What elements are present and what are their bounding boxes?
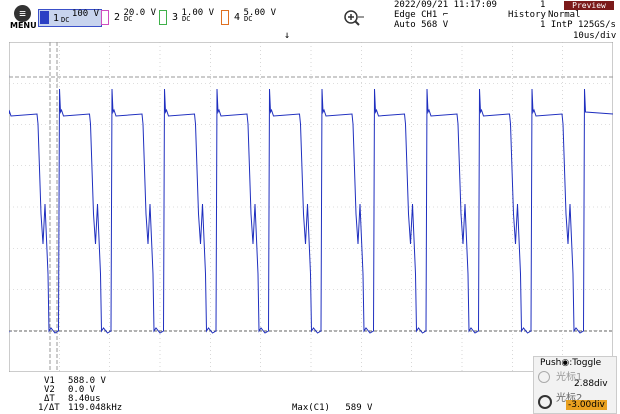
menu-icon: ≡ bbox=[14, 5, 31, 22]
cursor-2-value: -3.00div bbox=[566, 400, 607, 410]
channel-2-button[interactable]: 2 20.0 V DC bbox=[100, 8, 162, 25]
cursor-1-value: 2.88div bbox=[574, 379, 608, 389]
trigger-source[interactable]: Edge CH1 ⌐ bbox=[394, 10, 448, 20]
max-readout: Max(C1) 589 V bbox=[292, 403, 372, 413]
channel-3-button[interactable]: 3 1.00 V DC bbox=[158, 8, 220, 25]
preview-label: Preview bbox=[564, 1, 614, 10]
channel-1-color-swatch bbox=[40, 11, 49, 24]
trigger-source-label: Edge CH1 bbox=[394, 10, 438, 20]
channel-2-coupling: DC bbox=[124, 15, 133, 23]
push-toggle-row: Push◉:Toggle bbox=[540, 358, 601, 368]
frequency-label: 1/ΔT bbox=[38, 403, 60, 413]
channel-4-coupling: DC bbox=[244, 15, 253, 23]
menu-label: MENU bbox=[10, 21, 37, 30]
cursor-2-knob-icon bbox=[538, 395, 552, 409]
channel-3-color-swatch bbox=[159, 10, 167, 25]
max-label: Max(C1) bbox=[292, 403, 330, 413]
waveform-display[interactable]: T ⏚ bbox=[9, 42, 613, 372]
max-value: 589 V bbox=[345, 403, 373, 413]
channel-1-scale: 100 V bbox=[71, 9, 99, 19]
channel-1-button[interactable]: 1 100 V DC bbox=[38, 9, 102, 27]
channel-3-number: 3 bbox=[172, 12, 179, 23]
channel-2-number: 2 bbox=[114, 12, 121, 23]
interpolation: 1 IntP bbox=[540, 20, 573, 30]
channel-1-number: 1 bbox=[53, 13, 60, 24]
acquisition-mode: Normal bbox=[548, 10, 581, 20]
ground-marker: ⏚ bbox=[9, 326, 12, 337]
toggle-label: :Toggle bbox=[569, 358, 602, 368]
frequency-value: 119.048kHz bbox=[68, 403, 123, 413]
channel-3-coupling: DC bbox=[182, 15, 191, 23]
cursor-1-knob-icon bbox=[538, 371, 550, 383]
trigger-level: Auto 568 V bbox=[394, 20, 449, 30]
zoom-in-icon[interactable] bbox=[342, 8, 366, 28]
cursor-panel[interactable]: Push◉:Toggle 光标1 2.88div 光标2 -3.00div bbox=[533, 356, 617, 414]
channel-2-color-swatch bbox=[101, 10, 109, 25]
channel-4-color-swatch bbox=[221, 10, 229, 25]
channel-4-number: 4 bbox=[234, 12, 241, 23]
channel-1-coupling: DC bbox=[61, 16, 70, 24]
datetime: 2022/09/21 11:17:09 bbox=[394, 0, 497, 10]
channel-4-button[interactable]: 4 5.00 V DC bbox=[220, 8, 282, 25]
trigger-position-marker: ↓ bbox=[284, 30, 291, 41]
timebase[interactable]: 10us/div bbox=[573, 31, 616, 41]
rising-edge-icon: ⌐ bbox=[442, 10, 449, 20]
menu-button[interactable]: ≡ MENU bbox=[4, 2, 37, 30]
push-label: Push bbox=[540, 358, 562, 368]
history-button[interactable]: History bbox=[508, 10, 546, 20]
sample-rate: 125GS/s bbox=[578, 20, 616, 30]
measurement-frequency: 1/ΔT 119.048kHz bbox=[38, 403, 122, 413]
acquisition-count: 1 bbox=[540, 0, 546, 10]
